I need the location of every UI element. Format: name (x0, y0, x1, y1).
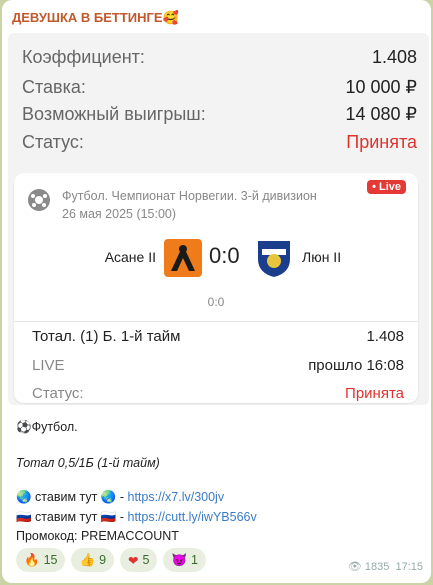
team2-logo-icon (254, 237, 294, 279)
view-count: 1835 (364, 561, 390, 573)
football-icon (28, 189, 50, 211)
stake-label: Ставка: (22, 76, 86, 97)
eye-icon: 👁 (347, 561, 362, 573)
odds-label: Коэффициент: (22, 46, 145, 67)
message-meta: 👁 1835 17:15 (348, 560, 423, 573)
sub-score: 0:0 (207, 295, 225, 309)
live-label: LIVE (32, 357, 65, 374)
market-name: Тотал. (1) Б. 1-й тайм (32, 328, 181, 345)
reaction-count: 15 (43, 553, 58, 567)
reaction-fire[interactable]: 🔥 15 (16, 548, 66, 572)
message-link-row-2: 🇷🇺 ставим тут 🇷🇺 - https://cutt.ly/iwYB5… (16, 510, 257, 525)
league-name: Футбол. Чемпионат Норвегии. 3-й дивизион (62, 189, 317, 203)
link-2-label: 🇷🇺 ставим тут 🇷🇺 - (16, 510, 128, 524)
match-date: 26 мая 2025 (15:00) (62, 207, 177, 221)
win-value: 14 080 ₽ (345, 103, 417, 124)
message-time: 17:15 (395, 561, 423, 573)
team1-name: Асане II (104, 249, 156, 265)
match-status-label: Статус: (32, 385, 84, 402)
status-value: Принята (346, 131, 417, 152)
reaction-count: 9 (99, 553, 107, 567)
divider (14, 321, 418, 322)
bet-card[interactable]: Коэффициент: 1.408 Ставка: 10 000 ₽ Возм… (8, 33, 429, 405)
reactions: 🔥 15 👍 9 ❤ 5 😈 1 (16, 548, 206, 572)
link-1[interactable]: https://x7.lv/300jv (128, 490, 225, 504)
reaction-devil[interactable]: 😈 1 (163, 548, 206, 572)
reaction-heart[interactable]: ❤ 5 (120, 548, 158, 572)
message-bet: Тотал 0,5/1Б (1-й тайм) (16, 456, 160, 470)
live-row: LIVE прошло 16:08 (32, 357, 404, 374)
match-card[interactable]: Футбол. Чемпионат Норвегии. 3-й дивизион… (14, 173, 418, 403)
link-1-label: 🌏 ставим тут 🌏 - (16, 490, 128, 504)
live-badge: • Live (367, 180, 406, 194)
message-sport: ⚽Футбол. (16, 420, 78, 434)
status-row: Статус: Принята (22, 128, 417, 156)
message-bubble: ДЕВУШКА В БЕТТИНГЕ🥰 Коэффициент: 1.408 С… (2, 0, 431, 583)
channel-name[interactable]: ДЕВУШКА В БЕТТИНГЕ🥰 (12, 10, 179, 26)
match-score: 0:0 (209, 243, 240, 268)
devil-icon: 😈 (171, 552, 188, 567)
market-odds: 1.408 (366, 328, 404, 345)
fire-icon: 🔥 (24, 552, 40, 567)
elapsed-time: прошло 16:08 (308, 357, 404, 374)
message-link-row-1: 🌏 ставим тут 🌏 - https://x7.lv/300jv (16, 490, 224, 505)
match-status-row: Статус: Принята (32, 385, 404, 402)
odds-row: Коэффициент: 1.408 (22, 43, 417, 71)
team2-name: Люн II (302, 249, 342, 265)
team1-logo-icon (164, 239, 202, 277)
league-info: Футбол. Чемпионат Норвегии. 3-й дивизион… (62, 187, 317, 223)
heart-icon: ❤ (128, 553, 139, 568)
market-row: Тотал. (1) Б. 1-й тайм 1.408 (32, 328, 404, 345)
reaction-thumbs[interactable]: 👍 9 (71, 548, 115, 572)
match-status-value: Принята (345, 385, 404, 402)
reaction-count: 1 (191, 553, 198, 567)
promo-code: Промокод: PREMACCOUNT (16, 529, 179, 543)
teams-row: Асане II 0:0 Люн II (14, 239, 418, 279)
stake-row: Ставка: 10 000 ₽ (22, 73, 417, 101)
link-2[interactable]: https://cutt.ly/iwYB566v (128, 510, 257, 524)
stake-value: 10 000 ₽ (345, 76, 417, 97)
win-row: Возможный выигрыш: 14 080 ₽ (22, 100, 417, 128)
reaction-count: 5 (142, 553, 150, 567)
thumbs-up-icon: 👍 (79, 552, 96, 567)
status-label: Статус: (22, 131, 84, 152)
win-label: Возможный выигрыш: (22, 103, 206, 124)
odds-value: 1.408 (371, 46, 417, 67)
